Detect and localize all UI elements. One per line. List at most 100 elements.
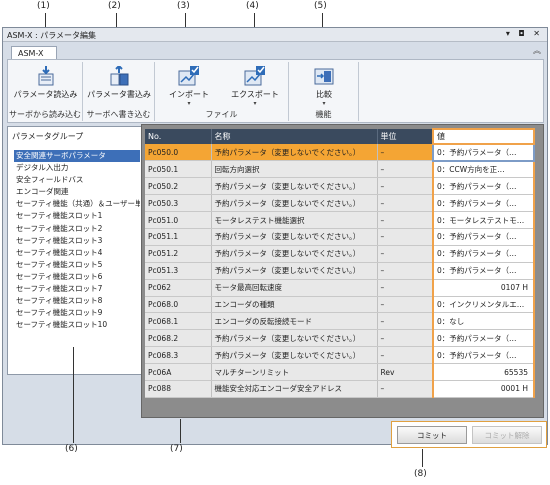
param-value-cell[interactable]: 0：予約パラメータ（… — [432, 262, 535, 280]
parameter-row[interactable]: Pc068.2 予約パラメータ（変更しないでください。） –0：予約パラメータ（… — [145, 329, 535, 348]
parameter-row[interactable]: Pc06A マルチターンリミット Rev 65535 — [145, 363, 535, 381]
parameter-row[interactable]: Pc050.1 回転方向選択 –0：CCW方向を正… — [145, 160, 535, 179]
callout-6-line — [73, 347, 74, 443]
param-value-cell[interactable]: 0：予約パラメータ（… — [432, 177, 535, 196]
param-unit-cell: – — [377, 380, 434, 398]
param-no-cell: Pc068.2 — [145, 329, 212, 348]
ribbon-group-read: パラメータ読込み サーボから読み込む — [8, 62, 83, 121]
ribbon-group-write: パラメータ書込み サーボへ書き込む — [83, 62, 155, 121]
callout-5: (5) — [314, 1, 327, 11]
export-dropdown-icon[interactable]: ▾ — [223, 100, 287, 107]
read-params-icon — [38, 66, 53, 86]
parameter-group-item[interactable]: セーフティ機能スロット8 — [14, 295, 140, 307]
ribbon: パラメータ読込み サーボから読み込む パラメータ書込み サーボへ書き込む インポ… — [7, 59, 544, 123]
param-name-cell: モータ最高回転速度 — [211, 279, 378, 297]
param-unit-cell: – — [377, 279, 434, 297]
param-name-cell: 予約パラメータ（変更しないでください。） — [211, 346, 378, 365]
document-tab-strip: ASM-X ︽ — [3, 43, 547, 60]
parameter-group-item[interactable]: デジタル入出力 — [14, 162, 140, 174]
parameter-group-header: パラメータグループ — [12, 132, 84, 141]
param-value-cell[interactable]: 0：予約パラメータ（… — [432, 329, 535, 348]
parameter-group-item[interactable]: エンコーダ関連 — [14, 186, 140, 198]
param-value-cell[interactable]: 0：なし — [432, 312, 535, 331]
parameter-row[interactable]: Pc051.3 予約パラメータ（変更しないでください。） –0：予約パラメータ（… — [145, 262, 535, 280]
ribbon-group-write-caption: サーボへ書き込む — [86, 110, 151, 119]
param-value-cell[interactable]: 0：CCW方向を正… — [432, 160, 535, 179]
parameter-group-item[interactable]: 安全関連サーボパラメータ — [14, 150, 140, 163]
param-value-cell[interactable]: 0107 H — [432, 279, 535, 297]
parameter-group-item[interactable]: セーフティ機能スロット5 — [14, 259, 140, 271]
param-unit-cell: – — [377, 228, 434, 246]
parameter-row[interactable]: Pc088 機能安全対応エンコーダ安全アドレス –0001 H — [145, 380, 535, 398]
param-no-cell: Pc062 — [145, 279, 212, 297]
import-label: インポート — [169, 90, 209, 99]
param-value-cell[interactable]: 65535 — [432, 363, 535, 381]
param-value-cell[interactable]: 0：モータレステストモ… — [432, 211, 535, 229]
param-value-cell[interactable]: 0：予約パラメータ（… — [432, 228, 535, 246]
param-value-cell[interactable]: 0：予約パラメータ（… — [432, 245, 535, 263]
parameter-group-item[interactable]: セーフティ機能スロット6 — [14, 271, 140, 283]
param-name-cell: モータレステスト機能選択 — [211, 211, 378, 229]
callout-2: (2) — [108, 1, 121, 11]
param-name-cell: 機能安全対応エンコーダ安全アドレス — [211, 380, 378, 398]
commit-button-area: コミット コミット解除 — [391, 421, 547, 448]
param-value-cell[interactable]: 0：インクリメンタルエ… — [432, 296, 535, 314]
column-header-unit[interactable]: 単位 — [377, 129, 434, 144]
revert-commit-button[interactable]: コミット解除 — [472, 426, 542, 444]
column-header-no[interactable]: No. — [145, 129, 212, 144]
param-value-cell[interactable]: 0001 H — [432, 380, 535, 398]
import-button[interactable]: インポート ▾ — [157, 64, 221, 107]
parameter-group-item[interactable]: セーフティ機能スロット3 — [14, 235, 140, 247]
param-no-cell: Pc051.3 — [145, 262, 212, 280]
param-unit-cell: – — [377, 312, 434, 331]
parameter-group-item[interactable]: セーフティ機能スロット9 — [14, 307, 140, 319]
ribbon-group-function: 比較 ▾ 機能 — [289, 62, 359, 121]
parameter-group-item[interactable]: セーフティ機能（共通）＆ユーザー単位 — [14, 198, 140, 210]
window-controls[interactable]: ▾ ◘ ✕ — [506, 29, 543, 38]
parameter-group-item[interactable]: セーフティ機能スロット10 — [14, 319, 140, 331]
commit-button[interactable]: コミット — [397, 426, 467, 444]
parameter-row[interactable]: Pc050.3 予約パラメータ（変更しないでください。） –0：予約パラメータ（… — [145, 194, 535, 213]
parameter-row[interactable]: Pc050.0 予約パラメータ（変更しないでください。） –0：予約パラメータ（… — [145, 143, 535, 162]
callout-8: (8) — [414, 469, 427, 479]
import-dropdown-icon[interactable]: ▾ — [157, 100, 221, 107]
parameter-row[interactable]: Pc068.1 エンコーダの反転接続モード –0：なし — [145, 312, 535, 331]
param-name-cell: 予約パラメータ（変更しないでください。） — [211, 262, 378, 280]
write-params-button[interactable]: パラメータ書込み — [85, 64, 153, 106]
callout-4: (4) — [246, 1, 259, 11]
param-name-cell: 予約パラメータ（変更しないでください。） — [211, 144, 378, 162]
compare-button[interactable]: 比較 ▾ — [292, 64, 356, 107]
parameter-group-item[interactable]: セーフティ機能スロット4 — [14, 247, 140, 259]
param-value-cell[interactable]: 0：予約パラメータ（… — [432, 194, 535, 213]
param-no-cell: Pc088 — [145, 380, 212, 398]
param-unit-cell: – — [377, 177, 434, 196]
param-unit-cell: – — [377, 144, 434, 162]
callout-8-line — [422, 449, 423, 467]
export-button[interactable]: エクスポート ▾ — [223, 64, 287, 107]
ribbon-collapse-icon[interactable]: ︽ — [533, 45, 541, 56]
parameter-row[interactable]: Pc051.0 モータレステスト機能選択 –0：モータレステストモ… — [145, 211, 535, 229]
parameter-group-item[interactable]: 安全フィールドバス — [14, 174, 140, 186]
callout-6: (6) — [65, 444, 78, 454]
parameter-row[interactable]: Pc068.0 エンコーダの種類 –0：インクリメンタルエ… — [145, 296, 535, 314]
tab-asm-x[interactable]: ASM-X — [11, 46, 57, 60]
param-name-cell: 予約パラメータ（変更しないでください。） — [211, 329, 378, 348]
param-unit-cell: – — [377, 329, 434, 348]
param-name-cell: 予約パラメータ（変更しないでください。） — [211, 245, 378, 263]
parameter-group-item[interactable]: セーフティ機能スロット2 — [14, 223, 140, 235]
parameter-row[interactable]: Pc068.3 予約パラメータ（変更しないでください。） –0：予約パラメータ（… — [145, 346, 535, 365]
parameter-group-item[interactable]: セーフティ機能スロット7 — [14, 283, 140, 295]
parameter-group-item[interactable]: セーフティ機能スロット1 — [14, 210, 140, 222]
param-value-cell[interactable]: 0：予約パラメータ（… — [432, 346, 535, 365]
column-header-value[interactable]: 値 — [432, 128, 535, 145]
parameter-row[interactable]: Pc051.2 予約パラメータ（変更しないでください。） –0：予約パラメータ（… — [145, 245, 535, 263]
parameter-row[interactable]: Pc051.1 予約パラメータ（変更しないでください。） –0：予約パラメータ（… — [145, 228, 535, 246]
parameter-row[interactable]: Pc050.2 予約パラメータ（変更しないでください。） –0：予約パラメータ（… — [145, 177, 535, 196]
window-title: ASM-X : パラメータ編集 — [7, 31, 96, 40]
param-name-cell: エンコーダの種類 — [211, 296, 378, 314]
param-value-cell[interactable]: 0：予約パラメータ（… — [432, 143, 535, 162]
column-header-name[interactable]: 名称 — [211, 129, 378, 144]
parameter-row[interactable]: Pc062 モータ最高回転速度 –0107 H — [145, 279, 535, 297]
compare-dropdown-icon[interactable]: ▾ — [292, 100, 356, 107]
read-params-button[interactable]: パラメータ読込み — [10, 64, 81, 106]
